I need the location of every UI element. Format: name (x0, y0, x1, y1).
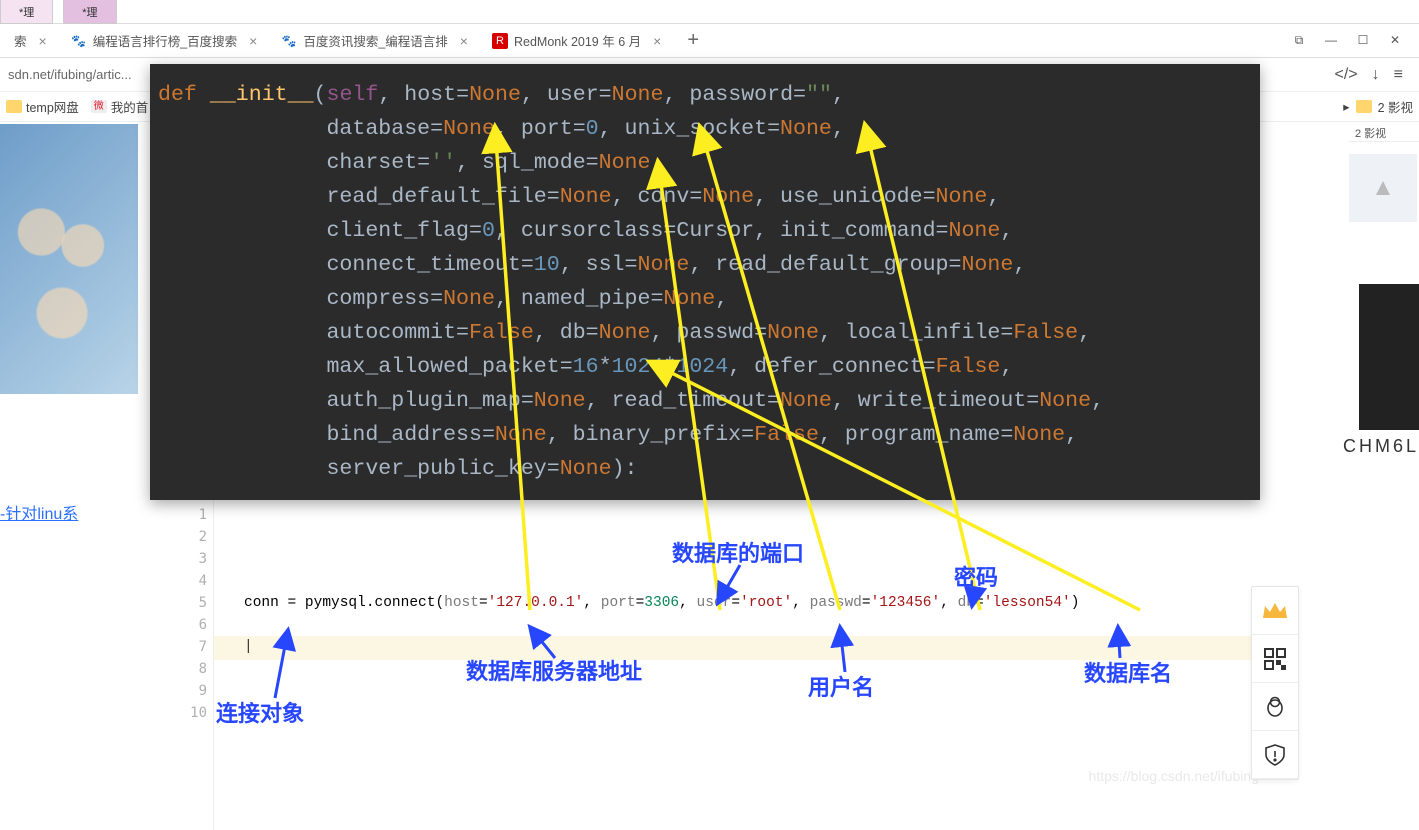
annotation-host: 数据库服务器地址 (466, 654, 642, 686)
dark-panel-peek (1359, 284, 1419, 430)
qrcode-icon[interactable] (1252, 635, 1298, 683)
line-gutter: 12345678910 (180, 500, 214, 830)
article-hero-image (0, 124, 138, 394)
close-window-icon[interactable]: ✕ (1381, 33, 1409, 48)
close-icon[interactable]: × (460, 33, 468, 49)
tab-search[interactable]: 索 × (4, 27, 57, 55)
shield-icon[interactable] (1252, 731, 1298, 779)
annotation-db: 数据库名 (1084, 656, 1172, 688)
minimize-icon[interactable]: — (1317, 33, 1345, 48)
folder-icon (6, 100, 22, 113)
weibo-icon: 微 (91, 100, 107, 113)
window-controls: ⧉ — ☐ ✕ (1285, 33, 1419, 48)
folder-label: 2 影视 (1355, 125, 1386, 141)
maximize-icon[interactable]: ☐ (1349, 33, 1377, 48)
new-tab-button[interactable]: + (675, 29, 711, 52)
tab-redmonk[interactable]: R RedMonk 2019 年 6 月 × (482, 27, 671, 55)
qq-icon[interactable] (1252, 683, 1298, 731)
bookmark-temp[interactable]: temp网盘 (6, 97, 79, 116)
bookmark-weibo[interactable]: 微 我的首 (91, 97, 149, 116)
tab-label: 编程语言排行榜_百度搜索 (93, 31, 237, 50)
folder-row[interactable]: 2 影视 (1349, 124, 1419, 142)
watermark: https://blog.csdn.net/ifubing (1089, 768, 1259, 784)
init-signature-code: def __init__(self, host=None, user=None,… (150, 64, 1260, 500)
url-text[interactable]: sdn.net/ifubing/artic... (8, 67, 132, 82)
downloads-icon[interactable]: ↓ (1372, 66, 1380, 84)
desktop-peek: 2 影视 ▲ CHM6L (1349, 124, 1419, 222)
baidu-icon: 🐾 (281, 33, 297, 49)
tab-label: 百度资讯搜索_编程语言排 (303, 31, 447, 50)
partial-text: CHM6L (1343, 436, 1419, 457)
vip-icon[interactable] (1252, 587, 1298, 635)
devtools-icon[interactable]: </> (1335, 66, 1358, 84)
image-placeholder: ▲ (1349, 154, 1417, 222)
tab-label: 索 (14, 31, 27, 50)
bookmark-label[interactable]: 2 影视 (1378, 97, 1413, 116)
menu-icon[interactable]: ≡ (1394, 66, 1403, 84)
popup-icon[interactable]: ⧉ (1285, 33, 1313, 48)
tab-baidu-rank[interactable]: 🐾 编程语言排行榜_百度搜索 × (61, 27, 268, 55)
annotation-conn: 连接对象 (216, 696, 304, 728)
bookmark-label: 我的首 (111, 97, 149, 116)
baidu-icon: 🐾 (71, 33, 87, 49)
tab-label: RedMonk 2019 年 6 月 (514, 31, 641, 50)
close-icon[interactable]: × (653, 33, 661, 49)
browser-tab-strip: 索 × 🐾 编程语言排行榜_百度搜索 × 🐾 百度资讯搜索_编程语言排 × R … (0, 24, 1419, 58)
annotation-user: 用户名 (808, 670, 874, 702)
annotation-port: 数据库的端口 (672, 536, 804, 568)
close-icon[interactable]: × (249, 33, 257, 49)
close-icon[interactable]: × (39, 33, 47, 49)
annotation-password: 密码 (954, 560, 998, 592)
redmonk-icon: R (492, 33, 508, 49)
connect-call-line: conn = pymysql.connect(host='127.0.0.1',… (214, 592, 1289, 614)
bookmark-label: temp网盘 (26, 97, 79, 116)
folder-icon (1356, 100, 1372, 113)
tab-baidu-news[interactable]: 🐾 百度资讯搜索_编程语言排 × (271, 27, 478, 55)
pinned-tabs-row: *理 *理 (0, 0, 1419, 24)
overflow-arrow-icon[interactable]: ▸ (1343, 99, 1349, 114)
side-tool-panel (1251, 586, 1299, 780)
side-link[interactable]: -针对linu系 (0, 500, 78, 524)
pinned-tab-2[interactable]: *理 (63, 0, 116, 24)
pinned-tab-1[interactable]: *理 (0, 0, 53, 24)
